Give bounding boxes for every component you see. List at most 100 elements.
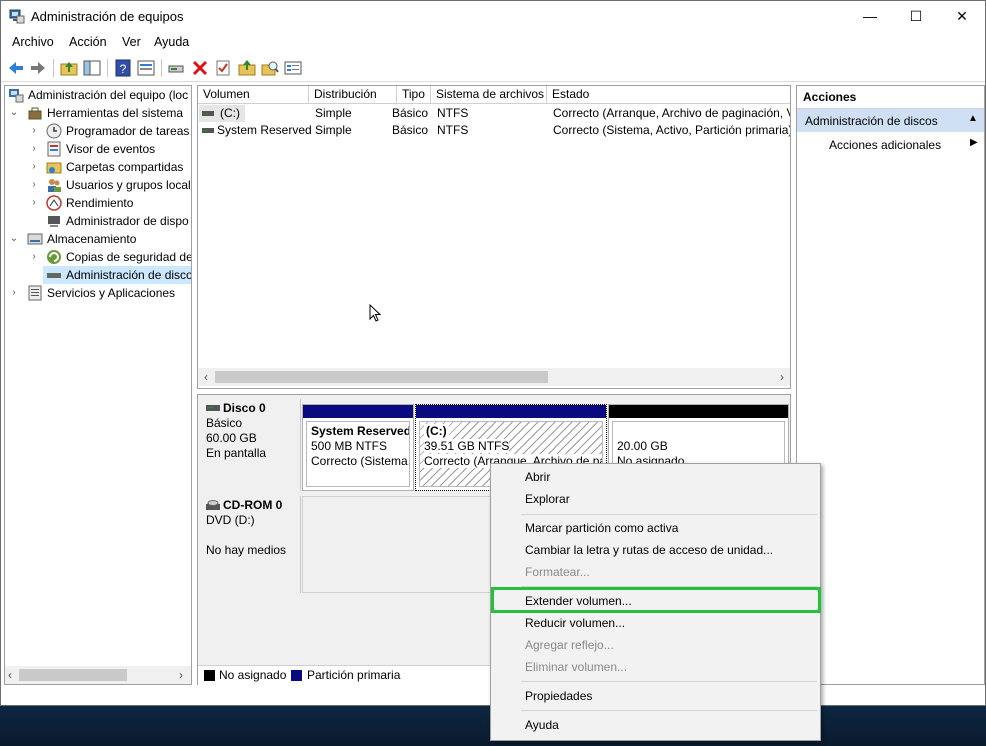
collapsed-chevron-icon[interactable]: ›: [29, 122, 39, 140]
menu-item-explorar[interactable]: Explorar: [493, 488, 818, 510]
partition-system-reserved[interactable]: System Reserved 500 MB NTFS Correcto (Si…: [302, 404, 414, 491]
tree-item-label: Servicios y Aplicaciones: [47, 286, 176, 300]
minimize-button[interactable]: —: [847, 1, 893, 31]
expanded-chevron-icon[interactable]: ⌄: [9, 104, 19, 122]
tree-item-label: Almacenamiento: [47, 232, 137, 246]
collapsed-chevron-icon[interactable]: ›: [29, 176, 39, 194]
cell-tipo: Básico: [392, 106, 429, 120]
collapsed-chevron-icon[interactable]: ›: [29, 158, 39, 176]
partition-bar: [416, 405, 606, 418]
tree-item-programador[interactable]: › Programador de tareas: [5, 122, 191, 140]
scroll-thumb[interactable]: [215, 371, 548, 383]
menu-item-marcar-activa[interactable]: Marcar partición como activa: [493, 517, 818, 539]
cdrom-0-label[interactable]: CD-ROM 0 DVD (D:) No hay medios: [198, 496, 301, 593]
menu-item-cambiar-letra[interactable]: Cambiar la letra y rutas de acceso de un…: [493, 539, 818, 561]
toolbar-separator: [161, 59, 162, 77]
cell-distribucion: Simple: [315, 106, 352, 120]
collapsed-chevron-icon[interactable]: ›: [29, 140, 39, 158]
maximize-button[interactable]: ☐: [893, 1, 939, 31]
actions-item-adicionales[interactable]: Acciones adicionales ▶: [797, 134, 984, 156]
column-header-sistema-archivos[interactable]: Sistema de archivos: [431, 86, 547, 103]
tree-item-copias-seguridad[interactable]: › Copias de seguridad de: [5, 248, 191, 266]
delete-icon[interactable]: [191, 59, 209, 77]
menu-item-agregar-reflejo: Agregar reflejo...: [525, 638, 614, 652]
tree-item-label: Carpetas compartidas: [66, 160, 184, 174]
legend-swatch-unallocated: [204, 670, 215, 681]
actions-header-label: Acciones: [803, 90, 857, 104]
menu-item-reducir-volumen[interactable]: Reducir volumen...: [493, 612, 818, 634]
tree-item-rendimiento[interactable]: › Rendimiento: [5, 194, 191, 212]
computer-management-icon: [9, 89, 24, 103]
disk-0-label[interactable]: Disco 0 Básico 60.00 GB En pantalla: [198, 399, 301, 491]
collapsed-chevron-icon[interactable]: ›: [9, 284, 19, 302]
folder-up-icon[interactable]: [238, 59, 256, 77]
menu-accion[interactable]: Acción: [69, 35, 107, 49]
tree-item-administracion-discos[interactable]: Administración de disco: [43, 266, 191, 284]
connect-icon[interactable]: [167, 59, 185, 77]
tree-item-visor-eventos[interactable]: › Visor de eventos: [5, 140, 191, 158]
column-header-tipo[interactable]: Tipo: [397, 86, 431, 103]
tree-item-label: Administración de disco: [66, 268, 191, 282]
tree-item-administrador-dispositivos[interactable]: Administrador de dispo: [5, 212, 191, 230]
table-row[interactable]: System Reserved Simple Básico NTFS Corre…: [198, 122, 790, 139]
up-folder-icon[interactable]: [60, 59, 78, 77]
menu-archivo[interactable]: Archivo: [12, 35, 54, 49]
menu-item-propiedades[interactable]: Propiedades: [493, 685, 818, 707]
menu-ayuda[interactable]: Ayuda: [154, 35, 189, 49]
scroll-left-icon[interactable]: ‹: [8, 668, 12, 682]
tree-root-label: Administración del equipo (loc: [28, 88, 189, 102]
disk-size: 60.00 GB: [206, 431, 257, 445]
tree-item-usuarios[interactable]: › Usuarios y grupos locale: [5, 176, 191, 194]
collapsed-chevron-icon[interactable]: ›: [29, 194, 39, 212]
tree-item-carpetas[interactable]: › Carpetas compartidas: [5, 158, 191, 176]
menu-ver[interactable]: Ver: [122, 35, 141, 49]
menu-item-ayuda[interactable]: Ayuda: [493, 714, 818, 736]
show-hide-tree-icon[interactable]: [83, 59, 101, 77]
actions-section[interactable]: Administración de discos ▲: [797, 109, 984, 132]
tree-item-servicios[interactable]: › Servicios y Aplicaciones: [5, 284, 191, 302]
tree-item-almacenamiento[interactable]: ⌄ Almacenamiento: [5, 230, 191, 248]
folder-search-icon[interactable]: [261, 59, 279, 77]
column-header-estado[interactable]: Estado: [547, 86, 790, 103]
view-icon[interactable]: [137, 59, 155, 77]
tree-item-label: Herramientas del sistema: [47, 106, 184, 120]
tree-item-label: Usuarios y grupos locale: [66, 178, 191, 192]
users-icon: [48, 179, 61, 192]
menu-item-abrir[interactable]: Abrir: [493, 466, 818, 488]
disk-name: Disco 0: [223, 401, 266, 415]
scroll-right-icon[interactable]: ›: [179, 668, 183, 682]
tree-item-label: Programador de tareas: [66, 124, 190, 138]
partition-size: 500 MB NTFS: [311, 439, 388, 453]
scroll-left-icon[interactable]: ‹: [204, 370, 208, 384]
forward-arrow-icon[interactable]: [29, 59, 47, 77]
table-row[interactable]: (C:) Simple Básico NTFS Correcto (Arranq…: [198, 105, 790, 122]
scroll-thumb[interactable]: [19, 669, 127, 681]
device-manager-icon: [48, 216, 60, 227]
console-tree-pane: Administración del equipo (loc ⌄ Herrami…: [4, 85, 192, 685]
cell-sistema-archivos: NTFS: [437, 106, 469, 120]
help-icon[interactable]: ?: [114, 59, 132, 77]
column-header-volumen[interactable]: Volumen: [198, 86, 309, 103]
scroll-right-icon[interactable]: ›: [780, 370, 784, 384]
tree-horizontal-scrollbar[interactable]: ‹ ›: [5, 666, 191, 684]
partition-bar: [609, 405, 788, 418]
close-button[interactable]: ✕: [939, 1, 985, 31]
storage-icon: [27, 233, 43, 245]
back-arrow-icon[interactable]: [7, 59, 25, 77]
column-header-distribucion[interactable]: Distribución: [309, 86, 397, 103]
toolbar-separator: [53, 59, 54, 77]
tree-item-herramientas[interactable]: ⌄ Herramientas del sistema: [5, 104, 191, 122]
title-bar[interactable]: Administración de equipos — ☐ ✕: [1, 1, 985, 31]
window-title: Administración de equipos: [31, 9, 184, 24]
menu-separator: [521, 681, 817, 682]
collapsed-chevron-icon[interactable]: ›: [29, 248, 39, 266]
properties-icon[interactable]: [284, 59, 302, 77]
volume-list-horizontal-scrollbar[interactable]: ‹ ›: [198, 368, 790, 386]
check-icon[interactable]: [214, 59, 232, 77]
collapse-up-icon[interactable]: ▲: [968, 113, 978, 124]
tree-root[interactable]: Administración del equipo (loc: [5, 86, 191, 104]
expanded-chevron-icon[interactable]: ⌄: [9, 230, 19, 248]
cell-tipo: Básico: [392, 123, 429, 137]
disk-type: Básico: [206, 416, 243, 430]
menu-separator: [521, 514, 817, 515]
